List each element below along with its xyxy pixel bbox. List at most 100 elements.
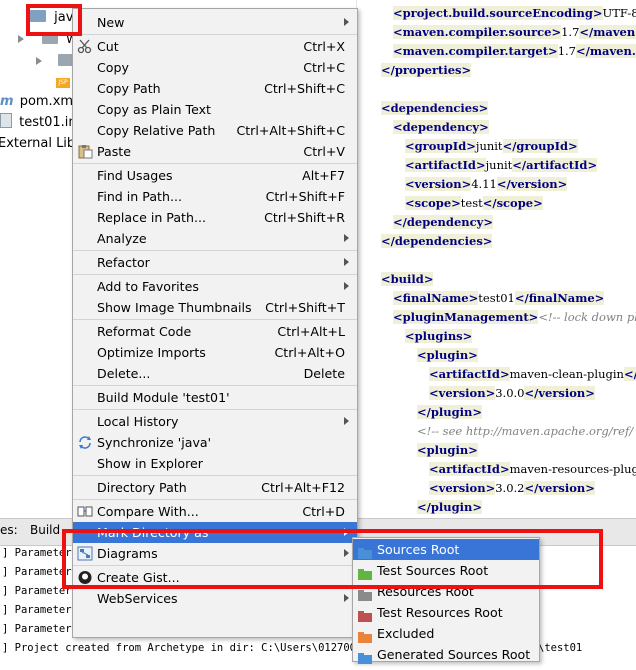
- submenu-item-test-resources-root[interactable]: Test Resources Root: [353, 602, 539, 623]
- menu-item-shortcut: Ctrl+Shift+C: [264, 81, 345, 96]
- xml-value: junit: [475, 139, 503, 153]
- menu-item-copy[interactable]: Copy Ctrl+C: [73, 57, 357, 78]
- menu-item-label: Show in Explorer: [97, 456, 203, 471]
- menu-item-delete[interactable]: Delete... Delete: [73, 363, 357, 384]
- menu-item-label: Copy as Plain Text: [97, 102, 211, 117]
- code-line: <artifactId>maven-clean-plugin</a: [429, 365, 636, 384]
- xml-value: maven-resources-plugi: [509, 462, 636, 476]
- menu-item-shortcut: Ctrl+D: [302, 504, 345, 519]
- menu-item-shortcut: Ctrl+Shift+T: [265, 300, 345, 315]
- submenu-arrow-icon: [344, 417, 349, 425]
- tab-build[interactable]: Build: [30, 523, 60, 537]
- menu-item-replace-in-path[interactable]: Replace in Path... Ctrl+Shift+R: [73, 207, 357, 228]
- xml-tag: </groupId>: [502, 139, 578, 153]
- log-line: ] Project created from Archetype in dir:…: [2, 642, 375, 654]
- menu-separator: [73, 250, 357, 251]
- menu-item-label: New: [97, 15, 125, 30]
- xml-tag: <artifactId>: [429, 462, 510, 476]
- xml-value: 3.0.0: [495, 386, 525, 400]
- menu-item-cut[interactable]: Cut Ctrl+X: [73, 36, 357, 57]
- menu-item-add-to-favorites[interactable]: Add to Favorites: [73, 276, 357, 297]
- menu-item-find-in-path[interactable]: Find in Path... Ctrl+Shift+F: [73, 186, 357, 207]
- menu-item-refactor[interactable]: Refactor: [73, 252, 357, 273]
- menu-item-reformat-code[interactable]: Reformat Code Ctrl+Alt+L: [73, 321, 357, 342]
- menu-item-copy-as-plain-text[interactable]: Copy as Plain Text: [73, 99, 357, 120]
- code-line: <dependencies>: [381, 99, 489, 118]
- code-line: <version>3.0.2</version>: [429, 479, 595, 498]
- xml-tag: <project.build.sourceEncoding>: [393, 6, 603, 20]
- menu-item-label: Copy Relative Path: [97, 123, 216, 138]
- tree-item-jsp[interactable]: JSP: [56, 74, 70, 88]
- code-line: <scope>test</scope>: [405, 194, 543, 213]
- menu-item-label: Find in Path...: [97, 189, 182, 204]
- menu-item-label: Directory Path: [97, 480, 187, 495]
- menu-item-show-image-thumbnails[interactable]: Show Image Thumbnails Ctrl+Shift+T: [73, 297, 357, 318]
- xml-tag: <groupId>: [405, 139, 476, 153]
- menu-item-paste[interactable]: Paste Ctrl+V: [73, 141, 357, 162]
- submenu-item-excluded[interactable]: Excluded: [353, 623, 539, 644]
- maven-icon: m: [0, 94, 14, 109]
- xml-value: UTF-8: [602, 6, 636, 20]
- menu-separator: [73, 475, 357, 476]
- menu-item-new[interactable]: New: [73, 12, 357, 33]
- code-line: </dependencies>: [381, 232, 493, 251]
- code-line: <project.build.sourceEncoding>UTF-8<: [393, 4, 636, 23]
- xml-tag: </plugin>: [417, 500, 483, 514]
- menu-item-build-module-test01[interactable]: Build Module 'test01': [73, 387, 357, 408]
- menu-item-shortcut: Ctrl+Shift+F: [265, 189, 345, 204]
- menu-item-label: Build Module 'test01': [97, 390, 230, 405]
- menu-separator: [73, 34, 357, 35]
- expand-arrow-icon[interactable]: [36, 57, 42, 65]
- menu-item-compare-with[interactable]: Compare With... Ctrl+D: [73, 501, 357, 522]
- menu-item-copy-relative-path[interactable]: Copy Relative Path Ctrl+Alt+Shift+C: [73, 120, 357, 141]
- xml-tag: <version>: [429, 386, 496, 400]
- menu-item-webservices[interactable]: WebServices: [73, 588, 357, 609]
- xml-tag: </artifactId>: [512, 158, 598, 172]
- code-line: <finalName>test01</finalName>: [393, 289, 605, 308]
- code-line: <build>: [381, 270, 434, 289]
- scissors-icon: [77, 39, 93, 54]
- code-line: </properties>: [381, 61, 472, 80]
- code-line: </plugin>: [417, 403, 483, 422]
- menu-item-label: Synchronize 'java': [97, 435, 212, 450]
- menu-item-synchronize-java[interactable]: Synchronize 'java': [73, 432, 357, 453]
- menu-separator: [73, 163, 357, 164]
- xml-tag: </version>: [496, 177, 568, 191]
- module-file-icon: [0, 113, 12, 128]
- menu-item-local-history[interactable]: Local History: [73, 411, 357, 432]
- xml-comment: <!-- lock down plugi: [538, 310, 636, 324]
- tree-item-subfolder[interactable]: [36, 52, 75, 72]
- compare-icon: [77, 504, 93, 519]
- menu-item-shortcut: Ctrl+Alt+Shift+C: [236, 123, 345, 138]
- submenu-item-label: Excluded: [377, 626, 435, 641]
- menu-item-analyze[interactable]: Analyze: [73, 228, 357, 249]
- xml-value: junit: [485, 158, 513, 172]
- code-line: <dependency>: [393, 118, 489, 137]
- tree-item-pom[interactable]: m pom.xml: [0, 92, 77, 112]
- xml-tag: </a: [623, 367, 636, 381]
- menu-item-directory-path[interactable]: Directory Path Ctrl+Alt+F12: [73, 477, 357, 498]
- xml-tag: <maven.compiler.source>: [393, 25, 562, 39]
- expand-arrow-icon[interactable]: [18, 35, 24, 43]
- xml-tag: <finalName>: [393, 291, 479, 305]
- log-line: \test01: [538, 642, 583, 654]
- menu-item-shortcut: Delete: [303, 366, 345, 381]
- xml-value: test01: [478, 291, 515, 305]
- menu-item-find-usages[interactable]: Find Usages Alt+F7: [73, 165, 357, 186]
- code-line: <version>3.0.0</version>: [429, 384, 595, 403]
- menu-separator: [73, 319, 357, 320]
- code-editor[interactable]: <project.build.sourceEncoding>UTF-8< <mav…: [356, 0, 636, 520]
- submenu-item-generated-sources-root[interactable]: Generated Sources Root: [353, 644, 539, 665]
- code-line: </dependency>: [393, 213, 493, 232]
- menu-item-copy-path[interactable]: Copy Path Ctrl+Shift+C: [73, 78, 357, 99]
- tab-partial[interactable]: es:: [0, 523, 18, 537]
- menu-item-label: Replace in Path...: [97, 210, 206, 225]
- menu-item-label: Optimize Imports: [97, 345, 206, 360]
- xml-comment: <!-- see http://maven.apache.org/ref/: [417, 424, 634, 438]
- menu-item-shortcut: Alt+F7: [302, 168, 345, 183]
- menu-item-optimize-imports[interactable]: Optimize Imports Ctrl+Alt+O: [73, 342, 357, 363]
- code-line: </plugin>: [417, 498, 483, 517]
- menu-item-shortcut: Ctrl+C: [303, 60, 345, 75]
- submenu-arrow-icon: [344, 258, 349, 266]
- menu-item-show-in-explorer[interactable]: Show in Explorer: [73, 453, 357, 474]
